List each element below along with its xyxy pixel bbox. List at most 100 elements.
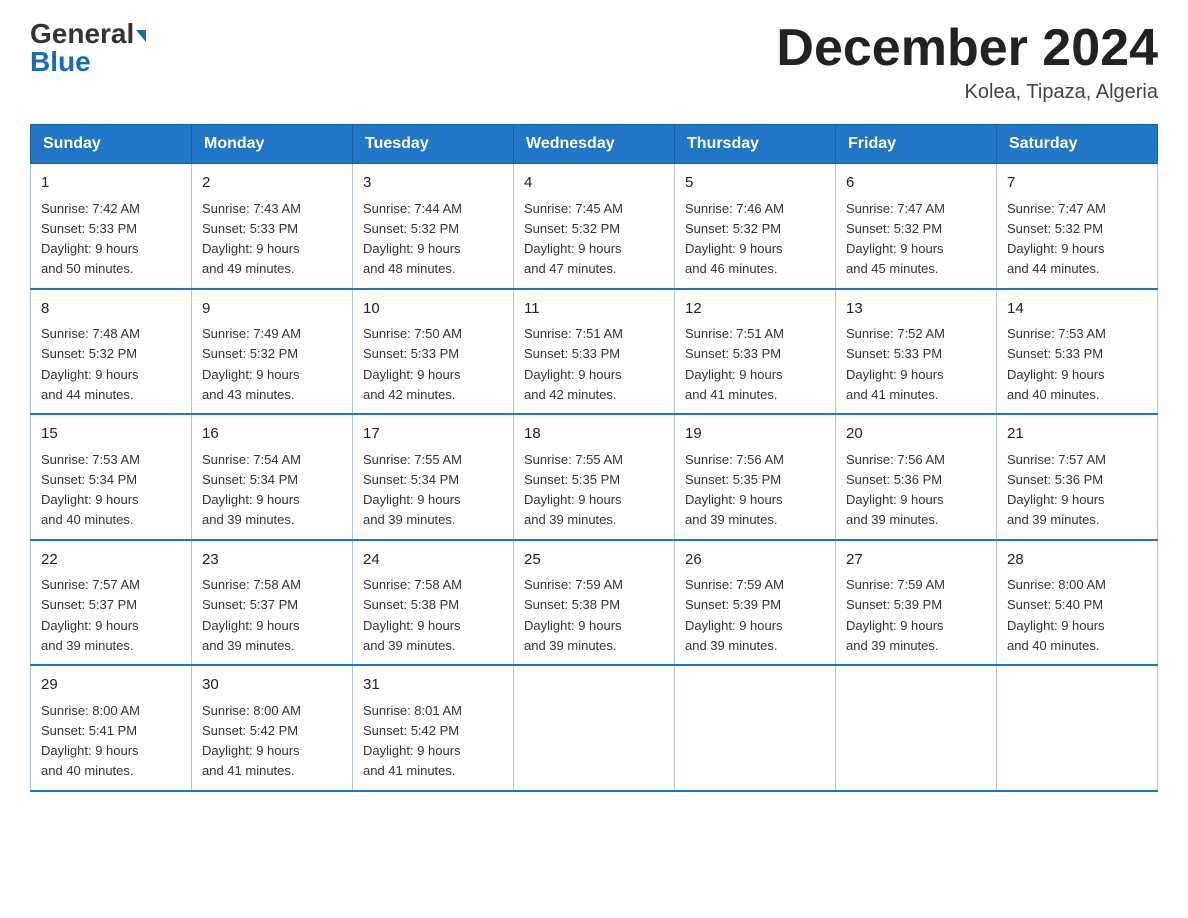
day-info: Sunrise: 7:59 AMSunset: 5:39 PMDaylight:… (846, 577, 945, 653)
day-info: Sunrise: 7:47 AMSunset: 5:32 PMDaylight:… (846, 201, 945, 277)
table-row (675, 665, 836, 791)
day-number: 28 (1007, 549, 1147, 572)
day-info: Sunrise: 8:01 AMSunset: 5:42 PMDaylight:… (363, 703, 462, 779)
day-info: Sunrise: 7:43 AMSunset: 5:33 PMDaylight:… (202, 201, 301, 277)
title-section: December 2024 Kolea, Tipaza, Algeria (776, 20, 1158, 104)
day-number: 20 (846, 423, 986, 446)
day-info: Sunrise: 7:47 AMSunset: 5:32 PMDaylight:… (1007, 201, 1106, 277)
calendar-week-row: 1 Sunrise: 7:42 AMSunset: 5:33 PMDayligh… (31, 164, 1158, 289)
table-row: 24 Sunrise: 7:58 AMSunset: 5:38 PMDaylig… (353, 540, 514, 666)
table-row: 12 Sunrise: 7:51 AMSunset: 5:33 PMDaylig… (675, 289, 836, 415)
month-title: December 2024 (776, 20, 1158, 77)
day-number: 5 (685, 172, 825, 195)
table-row: 7 Sunrise: 7:47 AMSunset: 5:32 PMDayligh… (997, 164, 1158, 289)
calendar-week-row: 8 Sunrise: 7:48 AMSunset: 5:32 PMDayligh… (31, 289, 1158, 415)
day-info: Sunrise: 7:57 AMSunset: 5:37 PMDaylight:… (41, 577, 140, 653)
col-thursday: Thursday (675, 125, 836, 164)
table-row: 3 Sunrise: 7:44 AMSunset: 5:32 PMDayligh… (353, 164, 514, 289)
table-row: 17 Sunrise: 7:55 AMSunset: 5:34 PMDaylig… (353, 414, 514, 540)
day-number: 31 (363, 674, 503, 697)
calendar-week-row: 29 Sunrise: 8:00 AMSunset: 5:41 PMDaylig… (31, 665, 1158, 791)
table-row: 2 Sunrise: 7:43 AMSunset: 5:33 PMDayligh… (192, 164, 353, 289)
day-number: 6 (846, 172, 986, 195)
table-row: 19 Sunrise: 7:56 AMSunset: 5:35 PMDaylig… (675, 414, 836, 540)
day-info: Sunrise: 7:49 AMSunset: 5:32 PMDaylight:… (202, 326, 301, 402)
day-number: 17 (363, 423, 503, 446)
table-row: 18 Sunrise: 7:55 AMSunset: 5:35 PMDaylig… (514, 414, 675, 540)
col-friday: Friday (836, 125, 997, 164)
day-number: 23 (202, 549, 342, 572)
page-header: General Blue December 2024 Kolea, Tipaza… (30, 20, 1158, 104)
table-row: 15 Sunrise: 7:53 AMSunset: 5:34 PMDaylig… (31, 414, 192, 540)
logo: General Blue (30, 20, 146, 76)
day-number: 12 (685, 298, 825, 321)
day-number: 29 (41, 674, 181, 697)
day-info: Sunrise: 7:55 AMSunset: 5:35 PMDaylight:… (524, 452, 623, 528)
table-row: 10 Sunrise: 7:50 AMSunset: 5:33 PMDaylig… (353, 289, 514, 415)
table-row (997, 665, 1158, 791)
day-number: 16 (202, 423, 342, 446)
day-info: Sunrise: 7:56 AMSunset: 5:35 PMDaylight:… (685, 452, 784, 528)
logo-text-2: Blue (30, 48, 91, 76)
calendar-table: Sunday Monday Tuesday Wednesday Thursday… (30, 124, 1158, 792)
table-row: 20 Sunrise: 7:56 AMSunset: 5:36 PMDaylig… (836, 414, 997, 540)
table-row (514, 665, 675, 791)
day-info: Sunrise: 7:59 AMSunset: 5:39 PMDaylight:… (685, 577, 784, 653)
table-row: 31 Sunrise: 8:01 AMSunset: 5:42 PMDaylig… (353, 665, 514, 791)
table-row: 8 Sunrise: 7:48 AMSunset: 5:32 PMDayligh… (31, 289, 192, 415)
day-number: 26 (685, 549, 825, 572)
table-row: 30 Sunrise: 8:00 AMSunset: 5:42 PMDaylig… (192, 665, 353, 791)
day-info: Sunrise: 7:56 AMSunset: 5:36 PMDaylight:… (846, 452, 945, 528)
table-row: 16 Sunrise: 7:54 AMSunset: 5:34 PMDaylig… (192, 414, 353, 540)
col-wednesday: Wednesday (514, 125, 675, 164)
table-row: 6 Sunrise: 7:47 AMSunset: 5:32 PMDayligh… (836, 164, 997, 289)
day-number: 24 (363, 549, 503, 572)
day-number: 8 (41, 298, 181, 321)
day-number: 13 (846, 298, 986, 321)
day-info: Sunrise: 7:46 AMSunset: 5:32 PMDaylight:… (685, 201, 784, 277)
col-saturday: Saturday (997, 125, 1158, 164)
day-info: Sunrise: 7:51 AMSunset: 5:33 PMDaylight:… (524, 326, 623, 402)
day-number: 18 (524, 423, 664, 446)
table-row: 21 Sunrise: 7:57 AMSunset: 5:36 PMDaylig… (997, 414, 1158, 540)
table-row: 5 Sunrise: 7:46 AMSunset: 5:32 PMDayligh… (675, 164, 836, 289)
day-info: Sunrise: 7:58 AMSunset: 5:38 PMDaylight:… (363, 577, 462, 653)
table-row: 23 Sunrise: 7:58 AMSunset: 5:37 PMDaylig… (192, 540, 353, 666)
calendar-week-row: 22 Sunrise: 7:57 AMSunset: 5:37 PMDaylig… (31, 540, 1158, 666)
day-number: 3 (363, 172, 503, 195)
table-row: 11 Sunrise: 7:51 AMSunset: 5:33 PMDaylig… (514, 289, 675, 415)
calendar-header-row: Sunday Monday Tuesday Wednesday Thursday… (31, 125, 1158, 164)
table-row: 28 Sunrise: 8:00 AMSunset: 5:40 PMDaylig… (997, 540, 1158, 666)
day-info: Sunrise: 7:53 AMSunset: 5:33 PMDaylight:… (1007, 326, 1106, 402)
day-number: 30 (202, 674, 342, 697)
day-number: 11 (524, 298, 664, 321)
table-row: 29 Sunrise: 8:00 AMSunset: 5:41 PMDaylig… (31, 665, 192, 791)
day-info: Sunrise: 8:00 AMSunset: 5:41 PMDaylight:… (41, 703, 140, 779)
day-number: 21 (1007, 423, 1147, 446)
day-info: Sunrise: 7:58 AMSunset: 5:37 PMDaylight:… (202, 577, 301, 653)
day-info: Sunrise: 7:45 AMSunset: 5:32 PMDaylight:… (524, 201, 623, 277)
day-info: Sunrise: 7:52 AMSunset: 5:33 PMDaylight:… (846, 326, 945, 402)
day-number: 10 (363, 298, 503, 321)
table-row: 14 Sunrise: 7:53 AMSunset: 5:33 PMDaylig… (997, 289, 1158, 415)
table-row: 1 Sunrise: 7:42 AMSunset: 5:33 PMDayligh… (31, 164, 192, 289)
table-row (836, 665, 997, 791)
day-number: 25 (524, 549, 664, 572)
day-info: Sunrise: 7:55 AMSunset: 5:34 PMDaylight:… (363, 452, 462, 528)
calendar-week-row: 15 Sunrise: 7:53 AMSunset: 5:34 PMDaylig… (31, 414, 1158, 540)
table-row: 27 Sunrise: 7:59 AMSunset: 5:39 PMDaylig… (836, 540, 997, 666)
day-info: Sunrise: 7:57 AMSunset: 5:36 PMDaylight:… (1007, 452, 1106, 528)
table-row: 13 Sunrise: 7:52 AMSunset: 5:33 PMDaylig… (836, 289, 997, 415)
day-info: Sunrise: 8:00 AMSunset: 5:42 PMDaylight:… (202, 703, 301, 779)
day-info: Sunrise: 7:53 AMSunset: 5:34 PMDaylight:… (41, 452, 140, 528)
day-number: 19 (685, 423, 825, 446)
day-number: 22 (41, 549, 181, 572)
table-row: 26 Sunrise: 7:59 AMSunset: 5:39 PMDaylig… (675, 540, 836, 666)
day-info: Sunrise: 8:00 AMSunset: 5:40 PMDaylight:… (1007, 577, 1106, 653)
day-number: 27 (846, 549, 986, 572)
day-number: 7 (1007, 172, 1147, 195)
table-row: 9 Sunrise: 7:49 AMSunset: 5:32 PMDayligh… (192, 289, 353, 415)
col-sunday: Sunday (31, 125, 192, 164)
day-number: 4 (524, 172, 664, 195)
col-tuesday: Tuesday (353, 125, 514, 164)
